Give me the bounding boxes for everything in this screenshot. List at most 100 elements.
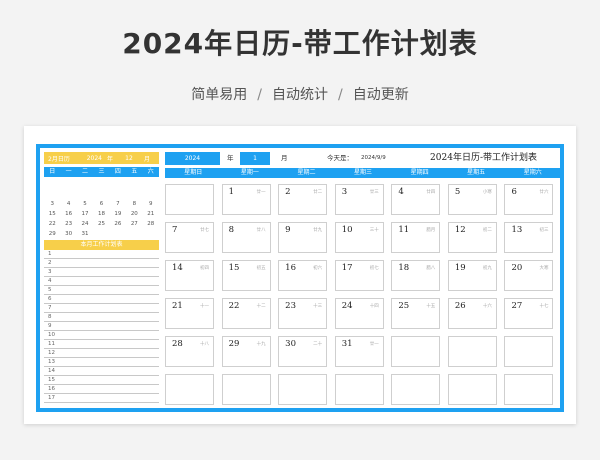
day-box[interactable]: 31 廿一: [334, 336, 384, 367]
day-cell[interactable]: 29 十九: [221, 336, 279, 374]
plan-row[interactable]: 4: [44, 277, 159, 286]
plan-row[interactable]: 13: [44, 358, 159, 367]
day-box[interactable]: [334, 374, 384, 405]
plan-row[interactable]: 17: [44, 394, 159, 403]
day-box[interactable]: 5 小寒: [447, 184, 497, 215]
day-cell[interactable]: 12 初二: [447, 222, 505, 260]
day-cell[interactable]: 18 腊八: [391, 260, 448, 298]
day-box[interactable]: 26 十六: [447, 298, 497, 329]
day-cell[interactable]: [221, 374, 279, 412]
day-box[interactable]: 27 十七: [504, 298, 554, 329]
day-cell[interactable]: 7 廿七: [165, 222, 222, 260]
day-box[interactable]: [504, 374, 554, 405]
day-box[interactable]: 14 初四: [165, 260, 214, 291]
day-cell[interactable]: 26 十六: [447, 298, 505, 336]
day-cell[interactable]: 31 廿一: [334, 336, 392, 374]
plan-row[interactable]: 1: [44, 250, 159, 259]
day-cell[interactable]: [165, 374, 222, 412]
day-cell[interactable]: 3 廿三: [334, 184, 392, 222]
plan-row[interactable]: 11: [44, 340, 159, 349]
plan-row[interactable]: 8: [44, 313, 159, 322]
day-box[interactable]: [278, 374, 328, 405]
plan-row[interactable]: 7: [44, 304, 159, 313]
day-cell[interactable]: [504, 336, 561, 374]
day-cell[interactable]: 24 十四: [334, 298, 392, 336]
day-box[interactable]: [504, 336, 554, 367]
day-cell[interactable]: [165, 184, 222, 222]
day-box[interactable]: 19 初九: [447, 260, 497, 291]
day-cell[interactable]: 9 廿九: [278, 222, 335, 260]
day-box[interactable]: 15 初五: [221, 260, 271, 291]
day-cell[interactable]: [391, 374, 448, 412]
plan-row[interactable]: 3: [44, 268, 159, 277]
day-cell[interactable]: 6 廿六: [504, 184, 561, 222]
month-input[interactable]: 1: [240, 152, 270, 165]
day-box[interactable]: 17 初七: [334, 260, 384, 291]
day-box[interactable]: [391, 336, 441, 367]
plan-row[interactable]: 6: [44, 295, 159, 304]
day-cell[interactable]: [391, 336, 448, 374]
day-box[interactable]: 28 十八: [165, 336, 214, 367]
day-box[interactable]: [447, 374, 497, 405]
day-cell[interactable]: 25 十五: [391, 298, 448, 336]
day-cell[interactable]: 16 初六: [278, 260, 335, 298]
day-cell[interactable]: [504, 374, 561, 412]
day-box[interactable]: 3 廿三: [334, 184, 384, 215]
day-cell[interactable]: [447, 336, 505, 374]
day-box[interactable]: 25 十五: [391, 298, 441, 329]
day-box[interactable]: 21 十一: [165, 298, 214, 329]
day-cell[interactable]: 15 初五: [221, 260, 279, 298]
day-box[interactable]: 30 二十: [278, 336, 328, 367]
day-box[interactable]: 22 十二: [221, 298, 271, 329]
mini-month-control[interactable]: 12: [118, 155, 140, 162]
day-cell[interactable]: 27 十七: [504, 298, 561, 336]
day-box[interactable]: 29 十九: [221, 336, 271, 367]
day-cell[interactable]: 5 小寒: [447, 184, 505, 222]
plan-row[interactable]: 9: [44, 322, 159, 331]
day-cell[interactable]: 11 腊月: [391, 222, 448, 260]
day-box[interactable]: 20 大寒: [504, 260, 554, 291]
day-box[interactable]: 6 廿六: [504, 184, 554, 215]
plan-row[interactable]: 16: [44, 385, 159, 394]
day-cell[interactable]: [334, 374, 392, 412]
day-cell[interactable]: 13 初三: [504, 222, 561, 260]
day-cell[interactable]: 10 三十: [334, 222, 392, 260]
plan-row[interactable]: 12: [44, 349, 159, 358]
year-input[interactable]: 2024: [165, 152, 220, 165]
day-cell[interactable]: 19 初九: [447, 260, 505, 298]
day-cell[interactable]: 22 十二: [221, 298, 279, 336]
day-box[interactable]: 12 初二: [447, 222, 497, 253]
day-cell[interactable]: 8 廿八: [221, 222, 279, 260]
day-cell[interactable]: 17 初七: [334, 260, 392, 298]
day-box[interactable]: [165, 184, 214, 215]
day-cell[interactable]: 4 廿四: [391, 184, 448, 222]
day-box[interactable]: 18 腊八: [391, 260, 441, 291]
day-box[interactable]: 11 腊月: [391, 222, 441, 253]
day-box[interactable]: [165, 374, 214, 405]
day-cell[interactable]: [278, 374, 335, 412]
day-cell[interactable]: 14 初四: [165, 260, 222, 298]
day-cell[interactable]: 2 廿二: [278, 184, 335, 222]
day-cell[interactable]: 1 廿一: [221, 184, 279, 222]
day-cell[interactable]: 30 二十: [278, 336, 335, 374]
day-box[interactable]: [391, 374, 441, 405]
day-box[interactable]: 4 廿四: [391, 184, 441, 215]
day-box[interactable]: 13 初三: [504, 222, 554, 253]
day-box[interactable]: 9 廿九: [278, 222, 328, 253]
plan-row[interactable]: 10: [44, 331, 159, 340]
day-box[interactable]: 10 三十: [334, 222, 384, 253]
plan-row[interactable]: 15: [44, 376, 159, 385]
day-box[interactable]: 2 廿二: [278, 184, 328, 215]
day-cell[interactable]: [447, 374, 505, 412]
day-box[interactable]: 24 十四: [334, 298, 384, 329]
plan-row[interactable]: 2: [44, 259, 159, 268]
day-box[interactable]: 7 廿七: [165, 222, 214, 253]
day-box[interactable]: 16 初六: [278, 260, 328, 291]
day-cell[interactable]: 28 十八: [165, 336, 222, 374]
day-box[interactable]: 8 廿八: [221, 222, 271, 253]
day-cell[interactable]: 23 十三: [278, 298, 335, 336]
day-box[interactable]: 1 廿一: [221, 184, 271, 215]
day-cell[interactable]: 21 十一: [165, 298, 222, 336]
day-box[interactable]: [221, 374, 271, 405]
day-box[interactable]: 23 十三: [278, 298, 328, 329]
